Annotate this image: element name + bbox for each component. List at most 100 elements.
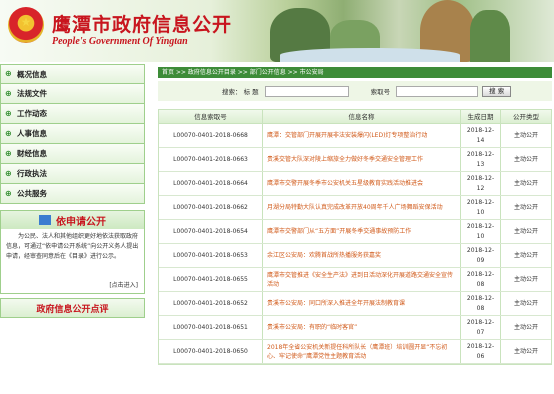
site-title[interactable]: 鹰潭市政府信息公开 xyxy=(52,10,232,37)
row-index: L00070-0401-2018-0668 xyxy=(159,124,263,147)
apply-panel: 依申请公开 为公民、法人和其他组织更好地依法获取政府信息，可通过“依申请公开系统… xyxy=(0,210,145,294)
search-title-label: 搜索： 标 题 xyxy=(222,88,259,96)
sidebar-item-law-enforcement[interactable]: ⊕ 行政执法 xyxy=(0,164,145,184)
search-index-label: 索取号 xyxy=(370,88,391,96)
row-type: 主动公开 xyxy=(513,276,538,283)
row-index: L00070-0401-2018-0650 xyxy=(159,340,263,363)
table-row: L00070-0401-2018-0664 鹰潭市交警开展冬季市公安机关五星级教… xyxy=(159,172,551,196)
index-search-input[interactable] xyxy=(396,85,479,97)
row-title-link[interactable]: 余江区公安局：欢腾首战所热播服务获嘉奖 xyxy=(263,244,461,267)
row-index: L00070-0401-2018-0664 xyxy=(159,172,263,195)
row-type: 主动公开 xyxy=(513,180,538,187)
row-type: 主动公开 xyxy=(513,252,538,259)
info-table: 信息索取号 信息名称 生成日期 公开类型 L00070-0401-2018-06… xyxy=(158,109,552,365)
row-type: 主动公开 xyxy=(513,156,538,163)
row-date: 2018-12- 08 xyxy=(461,268,501,291)
row-title-link[interactable]: 鹰潭市交警部门从“五方面”开展冬季交通事故预防工作 xyxy=(263,220,461,243)
landscape-decoration xyxy=(280,48,460,62)
table-header: 信息索取号 信息名称 生成日期 公开类型 xyxy=(159,110,551,124)
row-date: 2018-12- 06 xyxy=(461,340,501,363)
row-type: 主动公开 xyxy=(513,348,538,355)
plus-icon: ⊕ xyxy=(5,88,12,98)
row-title-link[interactable]: 鹰潭：交管部门开展开展非法安装爆闪(LED)灯专项整治行动 xyxy=(263,124,461,147)
row-type: 主动公开 xyxy=(513,300,538,307)
row-title-link[interactable]: 鹰潭市交警开展冬季市公安机关五星级教育实践活动推进会 xyxy=(263,172,461,195)
national-emblem-icon: ★ xyxy=(8,7,44,43)
table-row: L00070-0401-2018-0662 月湖分局特勤大队认真完成改革开放40… xyxy=(159,196,551,220)
row-index: L00070-0401-2018-0651 xyxy=(159,316,263,339)
table-row: L00070-0401-2018-0655 鹰潭市交管推进《安全生产法》进到日活… xyxy=(159,268,551,292)
row-title-link[interactable]: 鹰潭市交管推进《安全生产法》进到日活动深化开展道路交通安全宣传活动 xyxy=(263,268,461,291)
breadcrumb[interactable]: 首页 >> 政府信息公开目录 >> 部门公开信息 >> 市公安局 xyxy=(158,67,552,78)
search-bar: 搜索： 标 题 索取号 搜 索 xyxy=(158,81,552,101)
sidebar-item-label: 工作动态 xyxy=(17,109,47,118)
row-title-link[interactable]: 贵溪交管大队深对陵上缩旅全力做好冬季交通安全管理工作 xyxy=(263,148,461,171)
table-row: L00070-0401-2018-0654 鹰潭市交警部门从“五方面”开展冬季交… xyxy=(159,220,551,244)
review-link[interactable]: 政府信息公开点评 xyxy=(0,298,145,318)
column-header-date: 生成日期 xyxy=(461,110,501,123)
sidebar-item-personnel[interactable]: ⊕ 人事信息 xyxy=(0,124,145,144)
main-content: 首页 >> 政府信息公开目录 >> 部门公开信息 >> 市公安局 搜索： 标 题… xyxy=(158,67,552,365)
table-row: L00070-0401-2018-0663 贵溪交管大队深对陵上缩旅全力做好冬季… xyxy=(159,148,551,172)
table-row: L00070-0401-2018-0653 余江区公安局：欢腾首战所热播服务获嘉… xyxy=(159,244,551,268)
row-title-link[interactable]: 2018年全省公安机关新提任科所队长（鹰潭班）培训圆开显“不忘初心、牢记使命”鹰… xyxy=(263,340,461,363)
sidebar-item-label: 概况信息 xyxy=(17,69,47,79)
apply-enter-link[interactable]: [点击进入] xyxy=(109,280,138,289)
sidebar-item-label: 法规文件 xyxy=(17,89,47,98)
apply-panel-text: 为公民、法人和其他组织更好地依法获取政府信息，可通过“依申请公开系统”向公开义务… xyxy=(6,233,139,260)
row-index: L00070-0401-2018-0653 xyxy=(159,244,263,267)
row-type: 主动公开 xyxy=(513,228,538,235)
sidebar: ⊕ 概况信息 ⊕ 法规文件 ⊕ 工作动态 ⊕ 人事信息 ⊕ 财经信息 ⊕ 行政执法 ⊕ 公共服… xyxy=(0,64,145,318)
row-title-link[interactable]: 月湖分局特勤大队认真完成改革开放40周年千人广场舞蹈安保活动 xyxy=(263,196,461,219)
sidebar-item-label: 公共服务 xyxy=(17,189,47,198)
row-date: 2018-12- 12 xyxy=(461,172,501,195)
column-header-name: 信息名称 xyxy=(263,110,461,123)
sidebar-item-regulations[interactable]: ⊕ 法规文件 xyxy=(0,84,145,104)
row-index: L00070-0401-2018-0662 xyxy=(159,196,263,219)
table-row: L00070-0401-2018-0668 鹰潭：交管部门开展开展非法安装爆闪(… xyxy=(159,124,551,148)
plus-icon: ⊕ xyxy=(5,148,12,158)
row-date: 2018-12- 13 xyxy=(461,148,501,171)
row-type: 主动公开 xyxy=(513,204,538,211)
sidebar-item-label: 人事信息 xyxy=(17,129,47,138)
apply-panel-header: 依申请公开 xyxy=(1,211,144,229)
sidebar-item-work-news[interactable]: ⊕ 工作动态 xyxy=(0,104,145,124)
row-index: L00070-0401-2018-0655 xyxy=(159,268,263,291)
column-header-type: 公开类型 xyxy=(513,113,539,121)
table-row: L00070-0401-2018-0652 贵溪市公安局：同口所深入推进全年开展… xyxy=(159,292,551,316)
row-type: 主动公开 xyxy=(513,324,538,331)
row-index: L00070-0401-2018-0663 xyxy=(159,148,263,171)
table-row: L00070-0401-2018-0651 贵溪市公安局：有职的“临时客官” 2… xyxy=(159,316,551,340)
sidebar-item-label: 财经信息 xyxy=(17,149,47,158)
row-date: 2018-12- 09 xyxy=(461,244,501,267)
plus-icon: ⊕ xyxy=(5,69,12,78)
row-date: 2018-12- 10 xyxy=(461,220,501,243)
row-date: 2018-12- 08 xyxy=(461,292,501,315)
plus-icon: ⊕ xyxy=(5,128,12,138)
row-index: L00070-0401-2018-0652 xyxy=(159,292,263,315)
plus-icon: ⊕ xyxy=(5,108,12,118)
sidebar-item-label: 行政执法 xyxy=(17,169,47,178)
site-subtitle: People's Government Of Yingtan xyxy=(52,36,188,47)
row-index: L00070-0401-2018-0654 xyxy=(159,220,263,243)
sidebar-nav: ⊕ 概况信息 ⊕ 法规文件 ⊕ 工作动态 ⊕ 人事信息 ⊕ 财经信息 ⊕ 行政执法 ⊕ 公共服… xyxy=(0,64,145,204)
table-row: L00070-0401-2018-0650 2018年全省公安机关新提任科所队长… xyxy=(159,340,551,364)
book-icon xyxy=(39,215,51,225)
landscape-decoration xyxy=(470,10,510,62)
sidebar-item-finance[interactable]: ⊕ 财经信息 xyxy=(0,144,145,164)
row-date: 2018-12- 07 xyxy=(461,316,501,339)
title-search-input[interactable] xyxy=(264,85,349,97)
row-date: 2018-12- 10 xyxy=(461,196,501,219)
sidebar-item-public-service[interactable]: ⊕ 公共服务 xyxy=(0,184,145,204)
site-header: ★ 鹰潭市政府信息公开 People's Government Of Yingt… xyxy=(0,0,554,62)
sidebar-item-overview[interactable]: ⊕ 概况信息 xyxy=(0,64,145,84)
apply-panel-title[interactable]: 依申请公开 xyxy=(56,213,106,228)
column-header-index: 信息索取号 xyxy=(159,110,263,123)
row-title-link[interactable]: 贵溪市公安局：有职的“临时客官” xyxy=(263,316,461,339)
plus-icon: ⊕ xyxy=(5,188,12,198)
row-type: 主动公开 xyxy=(513,132,538,139)
row-title-link[interactable]: 贵溪市公安局：同口所深入推进全年开展法制教育课 xyxy=(263,292,461,315)
search-button[interactable]: 搜 索 xyxy=(482,85,512,97)
row-date: 2018-12- 14 xyxy=(461,124,501,147)
plus-icon: ⊕ xyxy=(5,168,12,178)
